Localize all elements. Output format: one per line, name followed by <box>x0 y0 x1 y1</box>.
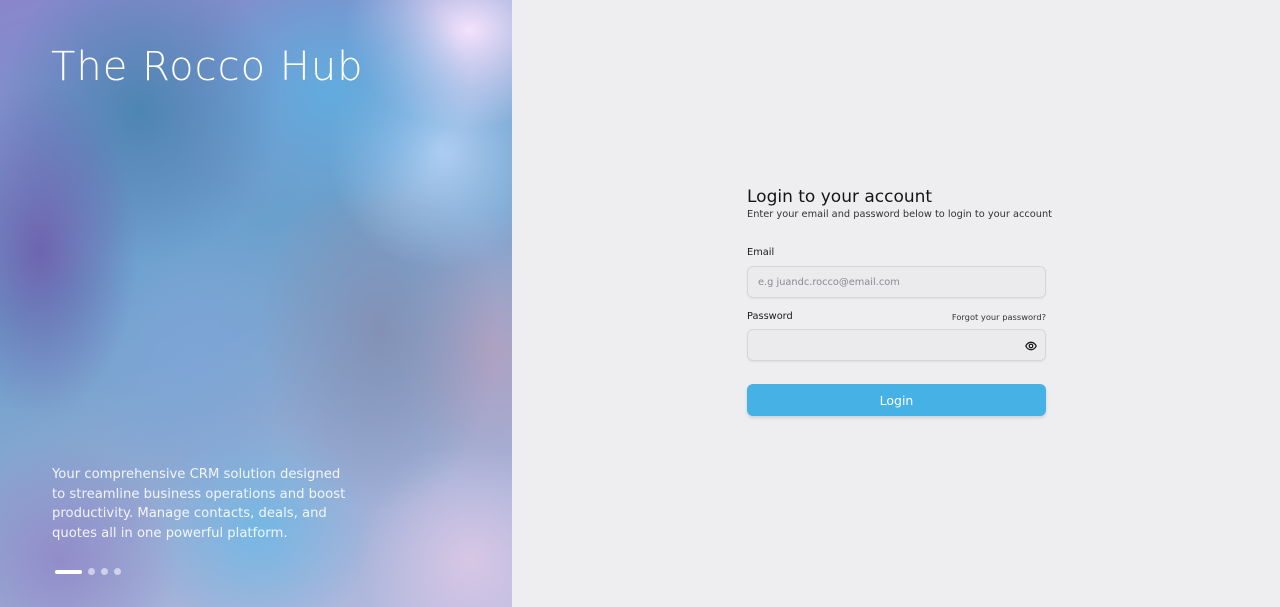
email-field-container <box>747 266 1046 298</box>
login-panel: Login to your account Enter your email a… <box>512 0 1280 607</box>
carousel-dot-2[interactable] <box>88 568 95 575</box>
login-page: The Rocco Hub Your comprehensive CRM sol… <box>0 0 1280 607</box>
carousel-dot-3[interactable] <box>101 568 108 575</box>
carousel-dot-1[interactable] <box>55 569 82 574</box>
password-input[interactable] <box>758 339 1035 351</box>
email-input[interactable] <box>758 276 1035 288</box>
carousel-dot-4[interactable] <box>114 568 121 575</box>
app-title: The Rocco Hub <box>51 44 364 90</box>
eye-icon[interactable] <box>1025 340 1037 352</box>
carousel-indicators <box>55 568 121 575</box>
login-button[interactable]: Login <box>747 384 1046 416</box>
login-title: Login to your account <box>747 187 933 207</box>
email-label: Email <box>747 247 775 258</box>
hero-description: Your comprehensive CRM solution designed… <box>52 467 346 542</box>
password-field-container <box>747 329 1046 361</box>
hero-panel: The Rocco Hub Your comprehensive CRM sol… <box>0 0 512 607</box>
login-subtitle: Enter your email and password below to l… <box>747 209 1052 220</box>
password-label: Password <box>747 311 793 322</box>
forgot-password-link[interactable]: Forgot your password? <box>952 312 1046 322</box>
login-form: Login to your account Enter your email a… <box>747 186 1052 416</box>
